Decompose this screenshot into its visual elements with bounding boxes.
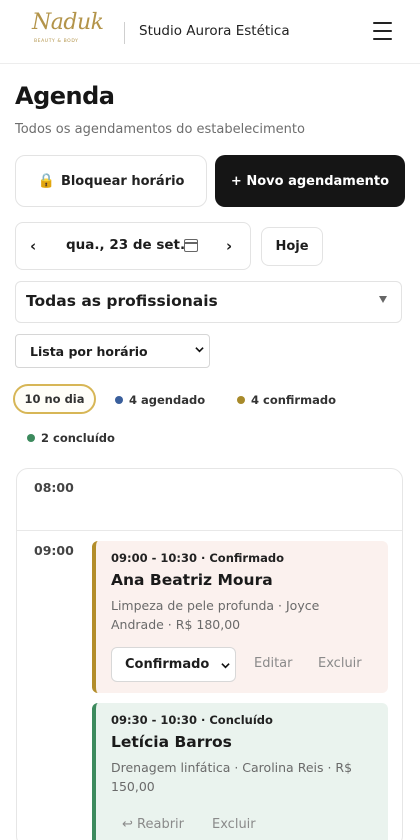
service-details: Limpeza de pele profunda · Joyce Andrade… [111, 598, 320, 632]
client-name: Ana Beatriz Moura [111, 571, 273, 589]
chevron-down-icon [195, 347, 204, 353]
view-mode-select[interactable]: Lista por horário [15, 334, 210, 368]
appointment-time-status: 09:00 - 10:30 · Confirmado [111, 551, 284, 565]
new-appointment-label: + Novo agendamento [230, 173, 390, 189]
status-dot-scheduled [115, 396, 123, 404]
today-button[interactable]: Hoje [261, 227, 323, 266]
next-day-button[interactable]: › [226, 237, 232, 255]
filter-chip-confirmed[interactable]: 4 confirmado [228, 386, 346, 414]
block-time-label: Bloquear horário [60, 173, 185, 189]
delete-button[interactable]: Excluir [212, 817, 256, 832]
status-dot-done [27, 434, 35, 442]
time-slot-label: 08:00 [34, 480, 74, 495]
client-name: Letícia Barros [111, 733, 232, 751]
hamburger-menu-icon[interactable] [371, 20, 395, 42]
status-select[interactable]: Confirmado [111, 647, 236, 682]
filter-chip-done[interactable]: 2 concluído [18, 424, 126, 452]
lock-icon: 🔒 [37, 173, 55, 189]
logo-subtext: BEAUTY & BODY [34, 39, 79, 44]
slot-divider [17, 530, 402, 531]
brand-logo[interactable]: Naduk BEAUTY & BODY [30, 10, 104, 48]
page-subtitle: Todos os agendamentos do estabelecimento [15, 122, 305, 137]
time-slot-label: 09:00 [34, 543, 74, 558]
calendar-icon[interactable] [184, 239, 198, 252]
reopen-button[interactable]: ↩ Reabrir [122, 817, 184, 832]
current-date[interactable]: qua., 23 de set. [66, 237, 185, 253]
previous-day-button[interactable]: ‹ [30, 237, 36, 255]
date-navigator: ‹ qua., 23 de set. › [15, 222, 251, 270]
caret-down-icon [379, 296, 387, 303]
chip-done-label: 2 concluído [41, 431, 115, 445]
appointment-time-status: 09:30 - 10:30 · Concluído [111, 713, 273, 727]
delete-button[interactable]: Excluir [318, 656, 362, 671]
top-bar: Naduk BEAUTY & BODY Studio Aurora Estéti… [0, 0, 420, 64]
logo-text: Naduk [32, 10, 104, 35]
studio-name: Studio Aurora Estética [139, 23, 290, 39]
service-details: Drenagem linfática · Carolina Reis · R$ … [111, 760, 353, 794]
filter-chip-scheduled[interactable]: 4 agendado [106, 386, 216, 414]
professional-select-value: Todas as profissionais [26, 292, 218, 310]
status-dot-confirmed [237, 396, 245, 404]
view-mode-value: Lista por horário [30, 344, 148, 359]
header-divider [124, 22, 125, 44]
block-time-button[interactable]: 🔒 Bloquear horário [15, 155, 207, 207]
edit-button[interactable]: Editar [254, 656, 293, 671]
schedule-list: 08:00 09:00 09:00 - 10:30 · Confirmado A… [16, 468, 403, 840]
chip-confirmed-label: 4 confirmado [251, 393, 336, 407]
status-select-value: Confirmado [125, 657, 210, 672]
professional-select[interactable]: Todas as profissionais [15, 281, 402, 323]
filter-chip-total[interactable]: 10 no dia [13, 384, 96, 414]
new-appointment-button[interactable]: + Novo agendamento [215, 155, 405, 207]
chip-total-label: 10 no dia [24, 392, 85, 406]
chip-scheduled-label: 4 agendado [129, 393, 206, 407]
appointment-card[interactable]: 09:00 - 10:30 · Confirmado Ana Beatriz M… [92, 541, 388, 693]
appointment-card[interactable]: 09:30 - 10:30 · Concluído Letícia Barros… [92, 703, 388, 840]
page-title: Agenda [15, 82, 115, 110]
chevron-down-icon [221, 663, 230, 669]
